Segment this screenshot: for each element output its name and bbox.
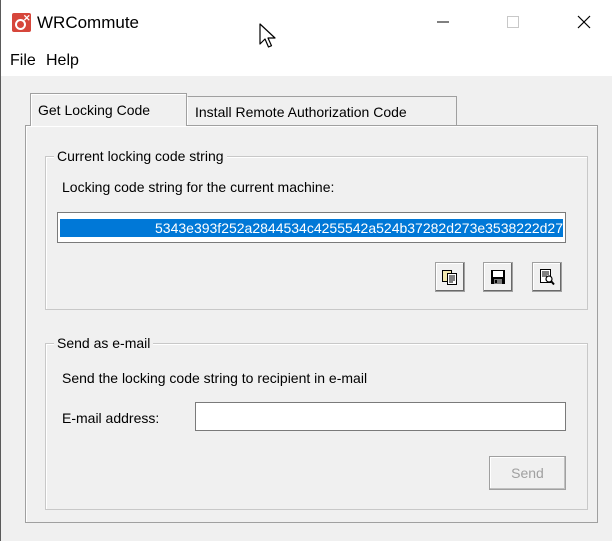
title-bar[interactable]: ✕ WRCommute (1, 0, 612, 44)
locking-code-field[interactable]: 5343e393f252a2844534c4255542a524b37282d2… (57, 212, 566, 243)
copy-icon (442, 270, 457, 285)
tab-install-remote-authorization-code[interactable]: Install Remote Authorization Code (187, 96, 457, 126)
wrcommute-app-icon[interactable]: ✕ (12, 13, 31, 32)
locking-code-value: 5343e393f252a2844534c4255542a524b37282d2… (155, 220, 563, 236)
mouse-cursor-icon (259, 23, 276, 48)
selected-text-highlight: 5343e393f252a2844534c4255542a524b37282d2… (60, 219, 563, 237)
email-address-label: E-mail address: (62, 410, 160, 426)
email-description: Send the locking code string to recipien… (62, 370, 368, 386)
wrcommute-window: ✕ WRCommute File Help Get Locking Code I… (0, 0, 612, 541)
email-group-title: Send as e-mail (54, 335, 154, 351)
minimize-icon (437, 21, 449, 23)
copy-button[interactable] (435, 262, 465, 292)
view-button[interactable] (532, 262, 562, 292)
view-document-icon (540, 269, 555, 286)
menu-file[interactable]: File (10, 52, 36, 70)
close-button[interactable] (561, 0, 607, 44)
email-address-input[interactable] (195, 402, 566, 431)
minimize-button[interactable] (420, 0, 466, 44)
window-title: WRCommute (37, 13, 140, 32)
menu-bar: File Help (1, 44, 612, 76)
locking-code-description: Locking code string for the current mach… (62, 179, 335, 195)
tab-get-locking-code[interactable]: Get Locking Code (30, 93, 187, 126)
maximize-button (490, 0, 536, 44)
save-button[interactable] (483, 262, 513, 292)
close-icon (577, 15, 591, 29)
menu-help[interactable]: Help (46, 52, 79, 70)
send-button: Send (489, 456, 566, 490)
locking-code-group-title: Current locking code string (54, 148, 227, 164)
save-disk-icon (491, 270, 505, 284)
maximize-icon (507, 16, 519, 28)
